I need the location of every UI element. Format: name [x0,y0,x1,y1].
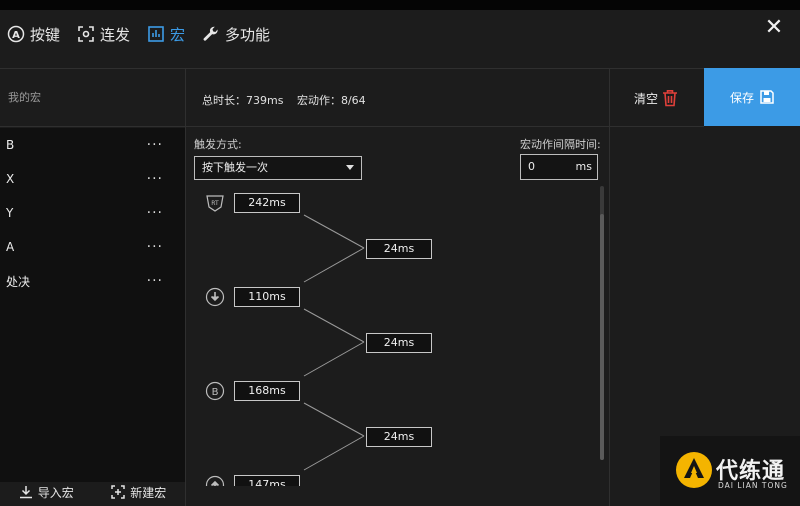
macro-timeline: RT 242ms 24ms 110ms 24ms B 168ms 24ms 14… [186,186,606,486]
macro-list: B ··· X ··· Y ··· A ··· 处决 ··· [0,128,185,482]
more-options-icon[interactable]: ··· [147,239,163,255]
trigger-label: 触发方式: [194,138,242,151]
interval-unit: ms [575,160,592,173]
more-options-icon[interactable]: ··· [147,273,163,289]
tab-rapid-fire[interactable]: 连发 [68,10,138,58]
save-button[interactable]: 保存 [704,68,800,126]
new-macro-button[interactable]: 新建宏 [111,484,166,501]
macro-item-b[interactable]: B ··· [0,128,185,162]
sidebar-title: 我的宏 [0,69,185,127]
watermark-subtitle: DAI LIAN TONG [718,481,788,490]
clear-button[interactable]: 清空 [634,89,678,107]
svg-text:RT: RT [211,200,219,207]
interval-input[interactable]: 0 ms [520,154,598,180]
macro-item-execute[interactable]: 处决 ··· [0,264,185,298]
trash-icon [662,89,678,107]
macro-item-label: 处决 [6,274,31,289]
gap-duration[interactable]: 24ms [366,239,432,259]
macro-item-y[interactable]: Y ··· [0,196,185,230]
chevron-down-icon [346,165,354,170]
right-panel-divider [609,69,610,506]
macro-item-x[interactable]: X ··· [0,162,185,196]
watermark: 代练通 DAI LIAN TONG [660,436,800,506]
press-duration[interactable]: 168ms [234,381,300,401]
more-options-icon[interactable]: ··· [147,171,163,187]
more-options-icon[interactable]: ··· [147,137,163,153]
svg-text:B: B [212,387,219,398]
macro-item-label: X [6,172,15,186]
press-duration[interactable]: 110ms [234,287,300,307]
svg-text:A: A [12,30,20,41]
macro-info: 总时长：739ms 宏动作：8/64 [202,92,376,108]
arrow-down-icon [205,287,225,307]
save-label: 保存 [729,90,754,105]
trigger-select[interactable]: 按下触发一次 [194,156,362,180]
download-icon [19,485,33,499]
arrow-up-icon [205,475,225,486]
title-bar [0,0,800,10]
macro-chart-icon [146,24,166,44]
press-duration[interactable]: 147ms [234,475,300,486]
timeline-scroll-thumb[interactable] [600,214,604,460]
total-duration: 总时长：739ms [202,94,284,107]
tab-label: 多功能 [225,25,271,44]
macro-action-count: 宏动作：8/64 [296,94,366,107]
macro-item-label: Y [6,206,14,220]
floppy-disk-icon [760,90,774,104]
gap-duration[interactable]: 24ms [366,333,432,353]
tab-macro[interactable]: 宏 [138,10,193,58]
wrench-icon [201,24,221,44]
close-icon[interactable]: ✕ [762,16,786,40]
import-macro-label: 导入宏 [37,485,74,500]
top-tabs: A 按键 连发 宏 多功能 [0,10,278,58]
press-duration[interactable]: 242ms [234,193,300,213]
interval-value: 0 [528,160,535,173]
macro-sidebar: 我的宏 B ··· X ··· Y ··· A ··· 处决 ··· [0,69,185,489]
macro-item-label: A [6,240,15,254]
watermark-logo-icon [676,452,712,488]
macro-item-label: B [6,138,15,152]
clear-label: 清空 [634,91,659,106]
info-divider [186,126,704,127]
tab-keys[interactable]: A 按键 [0,10,68,58]
a-circle-icon: A [6,24,26,44]
rapid-fire-icon [76,24,96,44]
new-macro-label: 新建宏 [130,485,167,500]
tab-label: 连发 [100,25,131,44]
add-frame-icon [111,485,125,499]
rt-trigger-icon: RT [205,193,225,213]
more-options-icon[interactable]: ··· [147,205,163,221]
b-button-icon: B [205,381,225,401]
tab-label: 宏 [170,25,186,44]
tab-label: 按键 [30,25,61,44]
import-macro-button[interactable]: 导入宏 [19,484,74,501]
interval-label: 宏动作间隔时间: [520,138,601,151]
tab-multi-function[interactable]: 多功能 [193,10,278,58]
sidebar-footer: 导入宏 新建宏 [0,478,185,506]
trigger-selected: 按下触发一次 [202,161,268,174]
gap-duration[interactable]: 24ms [366,427,432,447]
macro-item-a[interactable]: A ··· [0,230,185,264]
